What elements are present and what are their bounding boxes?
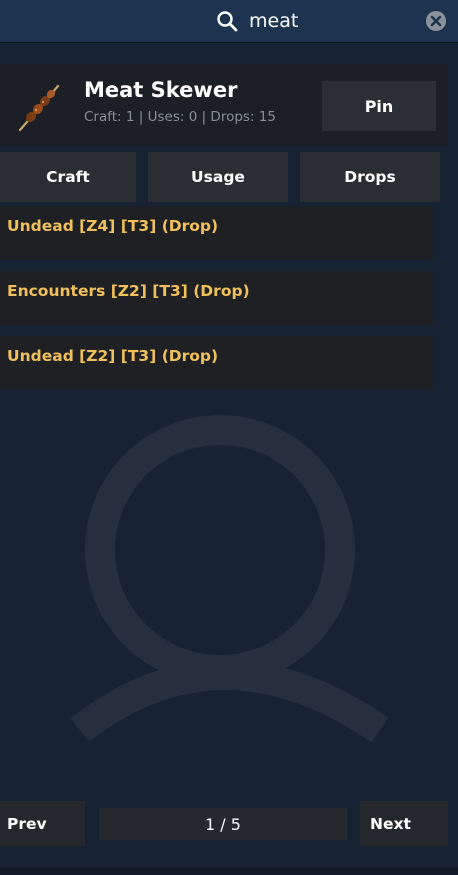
tab-drops[interactable]: Drops bbox=[300, 152, 440, 202]
search-bar bbox=[0, 0, 458, 43]
clear-icon[interactable] bbox=[425, 10, 447, 32]
item-header-card: Meat Skewer Craft: 1 | Uses: 0 | Drops: … bbox=[0, 64, 448, 146]
bottom-edge bbox=[0, 867, 458, 875]
background-watermark bbox=[70, 415, 389, 743]
pin-button[interactable]: Pin bbox=[322, 81, 436, 131]
list-item-label: Undead [Z2] [T3] (Drop) bbox=[7, 347, 219, 365]
item-name: Meat Skewer bbox=[84, 78, 238, 102]
list-item-label: Undead [Z4] [T3] (Drop) bbox=[7, 217, 219, 235]
item-stats: Craft: 1 | Uses: 0 | Drops: 15 bbox=[84, 109, 276, 125]
list-item[interactable]: Undead [Z4] [T3] (Drop) bbox=[0, 206, 434, 260]
next-button[interactable]: Next bbox=[360, 801, 448, 846]
tab-usage[interactable]: Usage bbox=[148, 152, 288, 202]
list-item-label: Encounters [Z2] [T3] (Drop) bbox=[7, 282, 250, 300]
tab-craft[interactable]: Craft bbox=[0, 152, 136, 202]
prev-button[interactable]: Prev bbox=[0, 801, 85, 846]
page-indicator: 1 / 5 bbox=[99, 808, 347, 840]
list-item[interactable]: Undead [Z2] [T3] (Drop) bbox=[0, 336, 434, 390]
meat-skewer-icon bbox=[18, 84, 60, 132]
search-icon bbox=[217, 11, 238, 32]
search-input[interactable] bbox=[249, 5, 409, 37]
list-item[interactable]: Encounters [Z2] [T3] (Drop) bbox=[0, 271, 434, 325]
